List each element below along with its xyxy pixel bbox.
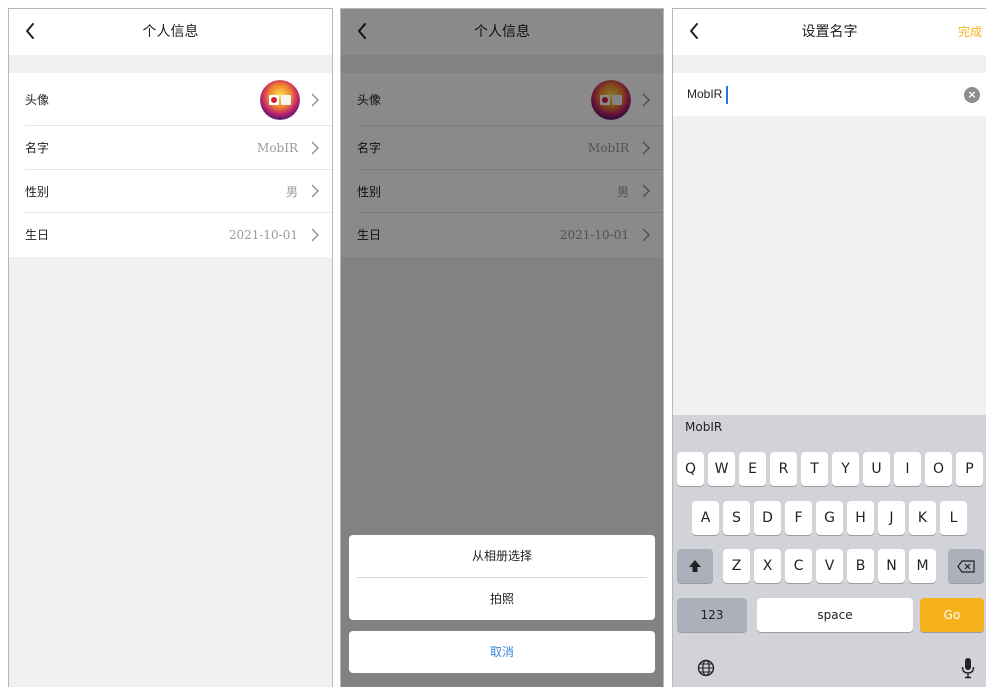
key-d[interactable]: D [754, 501, 781, 535]
photo-sheet-screen: 个人信息 头像 名字 MobIR 性别 男 生日 2021-10-01 从相册选… [340, 8, 664, 687]
key-c[interactable]: C [785, 549, 812, 583]
name-input-row: × [673, 73, 986, 116]
set-name-screen: 设置名字 完成 × MobIR Q W E R T Y U I O P A S … [672, 8, 986, 687]
page-title: 设置名字 [801, 24, 858, 40]
row-value: MobIR [257, 140, 298, 155]
shift-key[interactable] [677, 549, 713, 583]
key-i[interactable]: I [894, 452, 921, 486]
done-button[interactable]: 完成 [958, 9, 982, 55]
key-p[interactable]: P [956, 452, 983, 486]
key-t[interactable]: T [801, 452, 828, 486]
profile-list: 头像 名字 MobIR 性别 男 生日 2021-10-01 [9, 73, 332, 257]
key-n[interactable]: N [878, 549, 905, 583]
chevron-right-icon [311, 141, 319, 155]
key-v[interactable]: V [816, 549, 843, 583]
key-a[interactable]: A [692, 501, 719, 535]
key-f[interactable]: F [785, 501, 812, 535]
key-e[interactable]: E [739, 452, 766, 486]
key-h[interactable]: H [847, 501, 874, 535]
clear-icon[interactable]: × [964, 87, 980, 103]
globe-icon[interactable] [697, 659, 715, 677]
row-value: 2021-10-01 [228, 227, 298, 242]
numbers-key[interactable]: 123 [677, 598, 747, 632]
avatar-row[interactable]: 头像 [9, 73, 332, 126]
key-o[interactable]: O [925, 452, 952, 486]
gender-row[interactable]: 性别 男 [9, 170, 332, 213]
name-input[interactable] [687, 73, 842, 116]
suggestion-word[interactable]: MobIR [685, 420, 722, 434]
profile-screen: 个人信息 头像 名字 MobIR 性别 男 生日 2021-10-01 [8, 8, 333, 687]
key-q[interactable]: Q [677, 452, 704, 486]
avatar [260, 79, 300, 120]
key-w[interactable]: W [708, 452, 735, 486]
key-m[interactable]: M [909, 549, 936, 583]
delete-key[interactable] [948, 549, 984, 583]
page-title: 个人信息 [142, 24, 199, 40]
key-g[interactable]: G [816, 501, 843, 535]
key-z[interactable]: Z [723, 549, 750, 583]
row-label: 头像 [25, 93, 50, 107]
key-x[interactable]: X [754, 549, 781, 583]
key-y[interactable]: Y [832, 452, 859, 486]
take-photo-option[interactable]: 拍照 [349, 578, 655, 620]
birthday-row[interactable]: 生日 2021-10-01 [9, 213, 332, 257]
nav-bar: 设置名字 完成 [673, 9, 986, 55]
go-key[interactable]: Go [920, 598, 984, 632]
key-b[interactable]: B [847, 549, 874, 583]
cancel-button[interactable]: 取消 [349, 631, 655, 673]
row-value: 男 [285, 184, 298, 199]
key-j[interactable]: J [878, 501, 905, 535]
microphone-icon[interactable] [961, 657, 975, 679]
space-key[interactable]: space [757, 598, 913, 632]
nav-bar: 个人信息 [9, 9, 332, 55]
key-k[interactable]: K [909, 501, 936, 535]
key-l[interactable]: L [940, 501, 967, 535]
row-label: 性别 [25, 184, 50, 199]
key-s[interactable]: S [723, 501, 750, 535]
backspace-icon [957, 559, 975, 573]
text-caret [726, 86, 728, 104]
chevron-right-icon [311, 93, 319, 106]
row-label: 名字 [25, 141, 50, 156]
chevron-right-icon [311, 184, 319, 198]
name-row[interactable]: 名字 MobIR [9, 126, 332, 170]
chevron-right-icon [311, 228, 319, 242]
key-r[interactable]: R [770, 452, 797, 486]
key-u[interactable]: U [863, 452, 890, 486]
keyboard: MobIR Q W E R T Y U I O P A S D F G H J … [673, 415, 986, 687]
action-sheet: 从相册选择 拍照 [349, 535, 655, 620]
choose-from-album-option[interactable]: 从相册选择 [349, 535, 655, 577]
row-label: 生日 [25, 228, 50, 243]
shift-icon [689, 560, 701, 572]
